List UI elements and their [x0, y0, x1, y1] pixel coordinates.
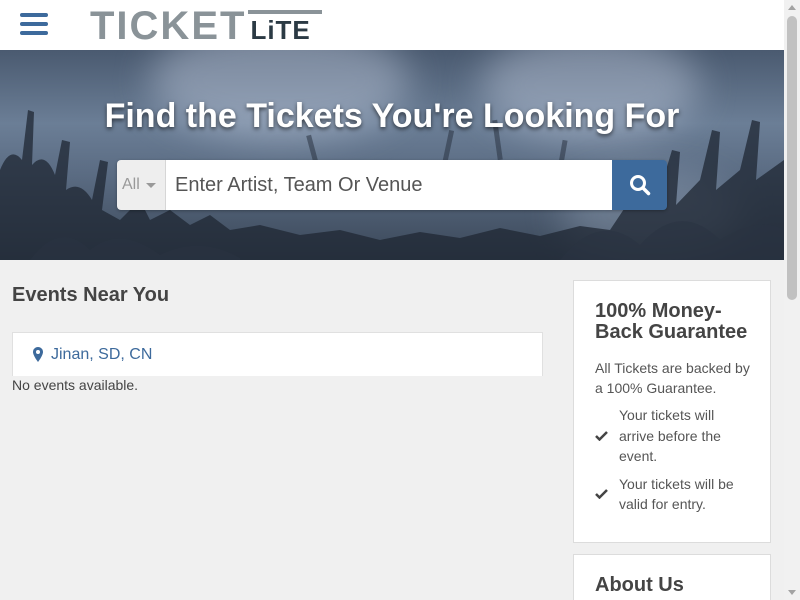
guarantee-title: 100% Money-Back Guarantee [595, 300, 748, 343]
no-events-message: No events available. [12, 377, 139, 393]
location-label: Jinan, SD, CN [51, 345, 153, 363]
scroll-up-arrow-icon[interactable] [788, 5, 796, 10]
hamburger-menu-icon[interactable] [20, 13, 48, 37]
about-us-title: About Us [595, 574, 684, 596]
search-button[interactable] [612, 160, 667, 210]
guarantee-card: 100% Money-Back Guarantee All Tickets ar… [573, 280, 771, 543]
search-category-label: All [122, 176, 140, 193]
page-scrollbar[interactable] [784, 0, 800, 600]
search-bar: All [117, 160, 667, 210]
search-category-select[interactable]: All [117, 160, 166, 210]
checkmark-icon [595, 489, 608, 499]
map-pin-icon [33, 347, 43, 362]
guarantee-item: Your tickets will arrive before the even… [595, 405, 750, 467]
logo-ticket-text: TICKET [90, 4, 247, 48]
site-header: TICKET LiTE [0, 0, 784, 50]
scrollbar-thumb[interactable] [787, 16, 797, 300]
hero-banner: Find the Tickets You're Looking For All [0, 50, 784, 260]
search-icon [629, 175, 650, 196]
events-near-you-heading: Events Near You [12, 284, 170, 306]
about-us-card: About Us [573, 554, 771, 600]
hero-title: Find the Tickets You're Looking For [104, 97, 680, 135]
scroll-down-arrow-icon[interactable] [788, 590, 796, 595]
checkmark-icon [595, 430, 608, 441]
chevron-down-icon [145, 182, 156, 188]
guarantee-item: Your tickets will be valid for entry. [595, 474, 750, 515]
guarantee-description: All Tickets are backed by a 100% Guarant… [595, 360, 750, 396]
guarantee-item-text: Your tickets will be valid for entry. [619, 475, 734, 513]
site-logo[interactable]: TICKET LiTE [90, 4, 323, 48]
crowd-silhouette-image [0, 110, 784, 260]
logo-lite-text: LiTE [250, 15, 311, 45]
guarantee-item-text: Your tickets will arrive before the even… [619, 407, 721, 464]
search-input[interactable] [166, 160, 612, 210]
location-selector[interactable]: Jinan, SD, CN [12, 332, 543, 376]
